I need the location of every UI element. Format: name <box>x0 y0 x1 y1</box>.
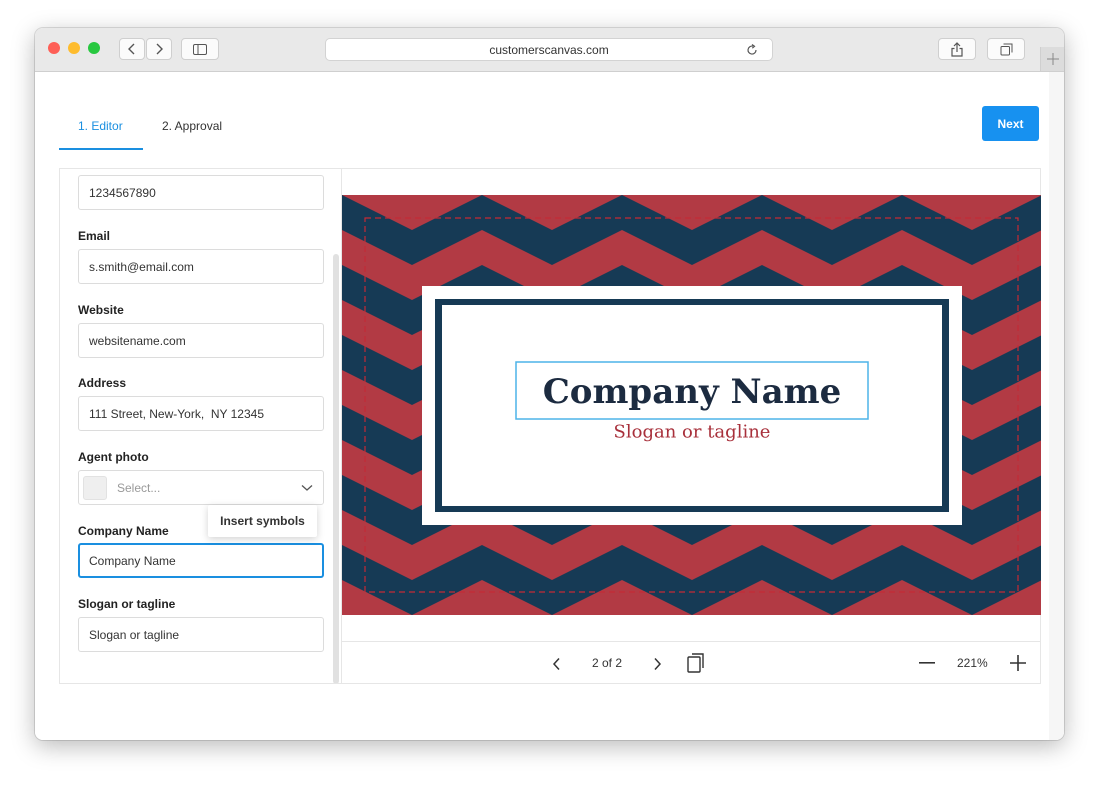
browser-titlebar: customerscanvas.com <box>35 28 1064 72</box>
tab-editor[interactable]: 1. Editor <box>78 119 123 133</box>
share-button[interactable] <box>938 38 976 60</box>
photo-thumbnail <box>83 475 107 500</box>
insert-symbols-button[interactable]: Insert symbols <box>208 505 317 537</box>
slogan-field[interactable]: Slogan or tagline <box>78 617 324 652</box>
plus-icon <box>1047 53 1059 65</box>
chevron-pattern-background: Company Name Slogan or tagline <box>342 195 1041 615</box>
page-indicator: 2 of 2 <box>592 656 623 670</box>
business-card-design[interactable]: Company Name Slogan or tagline <box>342 195 1041 615</box>
company-name-value: Company Name <box>89 553 176 568</box>
agent-photo-placeholder: Select... <box>117 480 161 495</box>
agent-photo-select[interactable]: Select... <box>78 470 324 505</box>
page-scroll-gutter <box>1049 72 1064 740</box>
canvas-toolbar: 2 of 2 221% <box>342 641 1041 685</box>
slogan-value: Slogan or tagline <box>89 627 180 642</box>
tabs-icon <box>1000 43 1012 55</box>
email-label: Email <box>78 229 111 243</box>
address-value: 111 Street, New-York, NY 12345 <box>89 406 264 421</box>
address-label: Address <box>78 376 127 390</box>
browser-window: customerscanvas.com 1. Editor 2. Approva… <box>35 28 1064 740</box>
sidebar-icon <box>193 43 207 55</box>
next-page-icon[interactable] <box>652 657 662 671</box>
minimize-window-button[interactable] <box>68 42 80 54</box>
zoom-in-icon[interactable] <box>1010 655 1026 671</box>
maximize-window-button[interactable] <box>88 42 100 54</box>
agent-photo-label: Agent photo <box>78 450 149 464</box>
website-field[interactable]: websitename.com <box>78 323 324 358</box>
zoom-out-icon[interactable] <box>919 662 935 664</box>
company-name-field[interactable]: Company Name <box>78 543 324 578</box>
pages-icon[interactable] <box>687 653 705 673</box>
website-label: Website <box>78 303 124 317</box>
website-value: websitename.com <box>89 333 186 348</box>
tabs-overview-button[interactable] <box>987 38 1025 60</box>
close-window-button[interactable] <box>48 42 60 54</box>
canvas-area: Company Name Slogan or tagline 2 of 2 22… <box>342 168 1041 684</box>
tab-approval[interactable]: 2. Approval <box>162 119 222 133</box>
back-button[interactable] <box>119 38 145 60</box>
zoom-level: 221% <box>957 656 988 670</box>
phone-field[interactable]: 1234567890 <box>78 175 324 210</box>
sidebar-toggle-button[interactable] <box>181 38 219 60</box>
email-value: s.smith@email.com <box>89 259 194 274</box>
forward-button[interactable] <box>146 38 172 60</box>
page-content: 1. Editor 2. Approval Next 1234567890 Em… <box>35 72 1064 740</box>
editor-form-panel: 1234567890 Email s.smith@email.com Websi… <box>59 168 342 684</box>
new-tab-button[interactable] <box>1040 47 1064 71</box>
reload-icon[interactable] <box>746 44 758 56</box>
chevron-down-icon <box>301 484 313 491</box>
card-company-name[interactable]: Company Name <box>543 372 842 412</box>
phone-value: 1234567890 <box>89 185 156 200</box>
card-slogan[interactable]: Slogan or tagline <box>614 422 771 443</box>
previous-page-icon[interactable] <box>552 657 562 671</box>
form-scrollbar[interactable] <box>333 254 339 683</box>
slogan-label: Slogan or tagline <box>78 597 176 611</box>
address-bar[interactable]: customerscanvas.com <box>325 38 773 61</box>
active-tab-indicator <box>59 148 143 150</box>
back-icon <box>128 43 135 55</box>
url-text: customerscanvas.com <box>489 42 609 57</box>
address-field[interactable]: 111 Street, New-York, NY 12345 <box>78 396 324 431</box>
forward-icon <box>156 43 163 55</box>
share-icon <box>951 41 963 57</box>
company-name-label: Company Name <box>78 524 169 538</box>
next-button[interactable]: Next <box>982 106 1039 141</box>
email-field[interactable]: s.smith@email.com <box>78 249 324 284</box>
